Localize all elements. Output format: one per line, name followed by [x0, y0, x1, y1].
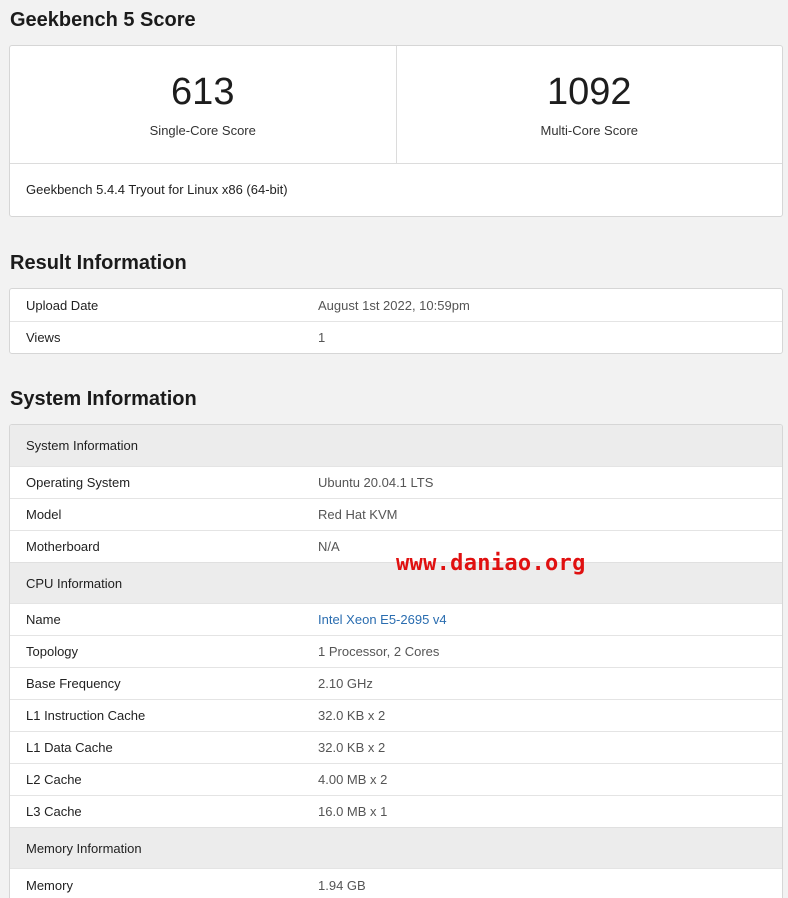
single-core-cell: 613 Single-Core Score — [10, 46, 396, 163]
row-topology: Topology 1 Processor, 2 Cores — [10, 635, 782, 667]
cpu-name-link[interactable]: Intel Xeon E5-2695 v4 — [318, 612, 447, 627]
score-section-title: Geekbench 5 Score — [10, 9, 196, 31]
l3-label: L3 Cache — [26, 804, 82, 819]
model-value: Red Hat KVM — [318, 507, 398, 522]
row-operating-system: Operating System Ubuntu 20.04.1 LTS — [10, 466, 782, 498]
upload-date-value: August 1st 2022, 10:59pm — [318, 297, 470, 313]
row-l3-cache: L3 Cache 16.0 MB x 1 — [10, 795, 782, 827]
group-heading-memory: Memory Information — [10, 827, 782, 868]
result-row-upload-date: Upload Date August 1st 2022, 10:59pm — [10, 289, 782, 321]
topology-label: Topology — [26, 644, 79, 659]
score-card: 613 Single-Core Score 1092 Multi-Core Sc… — [9, 45, 783, 217]
watermark-text: www.daniao.org — [396, 551, 586, 576]
memory-value: 1.94 GB — [318, 877, 366, 893]
single-core-score: 613 — [171, 71, 235, 113]
l3-value: 16.0 MB x 1 — [318, 804, 388, 819]
l1i-value: 32.0 KB x 2 — [318, 708, 386, 723]
l1d-value: 32.0 KB x 2 — [318, 740, 386, 755]
multi-core-label: Multi-Core Score — [540, 123, 639, 138]
row-base-frequency: Base Frequency 2.10 GHz — [10, 667, 782, 699]
single-core-label: Single-Core Score — [149, 123, 256, 138]
os-label: Operating System — [26, 475, 131, 490]
system-section-title: System Information — [10, 388, 197, 410]
motherboard-label: Motherboard — [26, 539, 100, 554]
model-label: Model — [26, 507, 62, 522]
cpu-name-label: Name — [26, 612, 61, 627]
row-cpu-name: Name Intel Xeon E5-2695 v4 — [10, 603, 782, 635]
motherboard-value: N/A — [318, 539, 340, 554]
views-value: 1 — [318, 330, 326, 345]
l1d-label: L1 Data Cache — [26, 740, 113, 755]
row-l2-cache: L2 Cache 4.00 MB x 2 — [10, 763, 782, 795]
base-frequency-value: 2.10 GHz — [318, 676, 373, 691]
topology-value: 1 Processor, 2 Cores — [318, 644, 440, 659]
result-card: Upload Date August 1st 2022, 10:59pm Vie… — [9, 288, 783, 354]
row-model: Model Red Hat KVM — [10, 498, 782, 530]
result-section-title: Result Information — [10, 252, 187, 274]
l2-value: 4.00 MB x 2 — [318, 772, 388, 787]
l1i-label: L1 Instruction Cache — [26, 708, 146, 723]
row-l1-data-cache: L1 Data Cache 32.0 KB x 2 — [10, 731, 782, 763]
group-heading-system: System Information — [10, 425, 782, 466]
result-row-views: Views 1 — [10, 321, 782, 353]
upload-date-label: Upload Date — [26, 297, 99, 313]
multi-core-score: 1092 — [546, 71, 632, 113]
multi-core-cell: 1092 Multi-Core Score — [395, 46, 783, 163]
row-l1-instruction-cache: L1 Instruction Cache 32.0 KB x 2 — [10, 699, 782, 731]
memory-label: Memory — [26, 877, 73, 893]
row-memory: Memory 1.94 GB — [10, 868, 782, 898]
base-frequency-label: Base Frequency — [26, 676, 121, 691]
geekbench-version: Geekbench 5.4.4 Tryout for Linux x86 (64… — [26, 182, 288, 197]
os-value: Ubuntu 20.04.1 LTS — [318, 475, 434, 490]
score-row: 613 Single-Core Score 1092 Multi-Core Sc… — [10, 46, 782, 164]
views-label: Views — [26, 330, 61, 345]
l2-label: L2 Cache — [26, 772, 82, 787]
system-card: System Information Operating System Ubun… — [9, 424, 783, 898]
